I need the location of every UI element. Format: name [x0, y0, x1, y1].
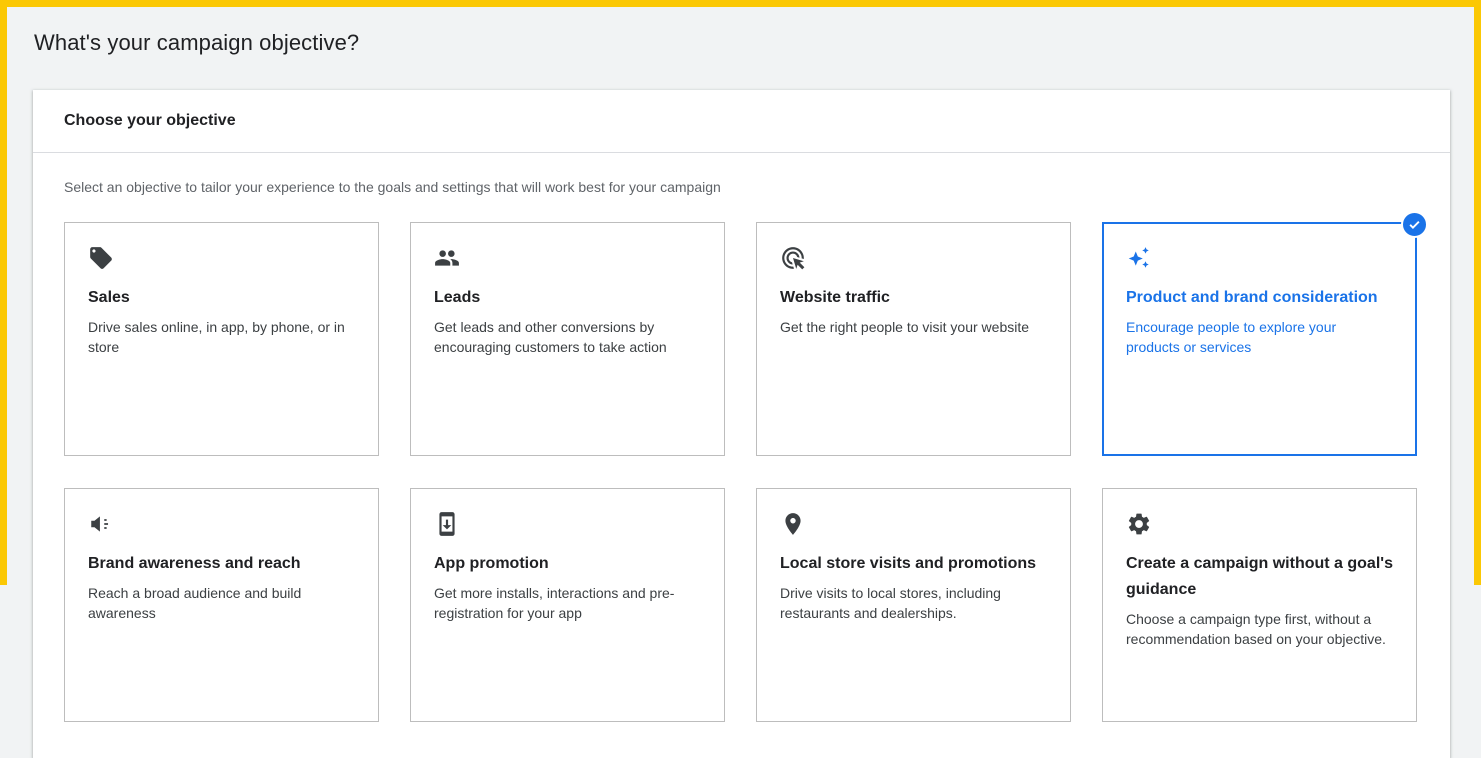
- objective-tile-app-promotion[interactable]: App promotion Get more installs, interac…: [410, 488, 725, 722]
- tag-icon: [88, 245, 114, 271]
- objective-description: Drive visits to local stores, including …: [780, 585, 1001, 621]
- objective-card-description: Select an objective to tailor your exper…: [64, 179, 721, 195]
- people-icon: [434, 245, 460, 271]
- selected-check-icon: [1401, 211, 1428, 238]
- location-pin-icon: [780, 511, 806, 537]
- objective-title: Leads: [434, 289, 481, 306]
- objective-tile-sales[interactable]: Sales Drive sales online, in app, by pho…: [64, 222, 379, 456]
- objective-card: Choose your objective Select an objectiv…: [33, 90, 1450, 758]
- objective-title: Brand awareness and reach: [88, 555, 301, 572]
- objective-description: Get leads and other conversions by encou…: [434, 319, 667, 355]
- objective-tile-no-goal-guidance[interactable]: Create a campaign without a goal's guida…: [1102, 488, 1417, 722]
- objective-tile-website-traffic[interactable]: Website traffic Get the right people to …: [756, 222, 1071, 456]
- objective-description: Get more installs, interactions and pre-…: [434, 585, 675, 621]
- page: What's your campaign objective? Choose y…: [7, 7, 1474, 758]
- objective-title: Product and brand consideration: [1126, 289, 1378, 306]
- objective-description: Encourage people to explore your product…: [1126, 319, 1337, 355]
- objective-title: App promotion: [434, 555, 549, 572]
- objective-title: Sales: [88, 289, 130, 306]
- sparkle-icon: [1126, 245, 1152, 271]
- objective-title: Create a campaign without a goal's guida…: [1126, 555, 1393, 598]
- objective-description: Drive sales online, in app, by phone, or…: [88, 319, 345, 355]
- objective-title: Website traffic: [780, 289, 890, 306]
- megaphone-icon: [88, 511, 114, 537]
- objective-description: Get the right people to visit your websi…: [780, 319, 1030, 335]
- objective-description: Reach a broad audience and build awarene…: [88, 585, 302, 621]
- objective-card-title: Choose your objective: [64, 112, 236, 129]
- phone-download-icon: [434, 511, 460, 537]
- gear-icon: [1126, 511, 1152, 537]
- objective-card-header: Choose your objective: [33, 90, 1450, 153]
- objective-tile-product-brand-consideration[interactable]: Product and brand consideration Encourag…: [1102, 211, 1428, 456]
- cursor-click-icon: [780, 245, 806, 271]
- objective-tile-brand-awareness[interactable]: Brand awareness and reach Reach a broad …: [64, 488, 379, 722]
- objective-tile-leads[interactable]: Leads Get leads and other conversions by…: [410, 222, 725, 456]
- objective-tile-local-store-visits[interactable]: Local store visits and promotions Drive …: [756, 488, 1071, 722]
- page-title: What's your campaign objective?: [34, 30, 360, 55]
- objective-description: Choose a campaign type first, without a …: [1126, 611, 1386, 647]
- objective-title: Local store visits and promotions: [780, 555, 1037, 572]
